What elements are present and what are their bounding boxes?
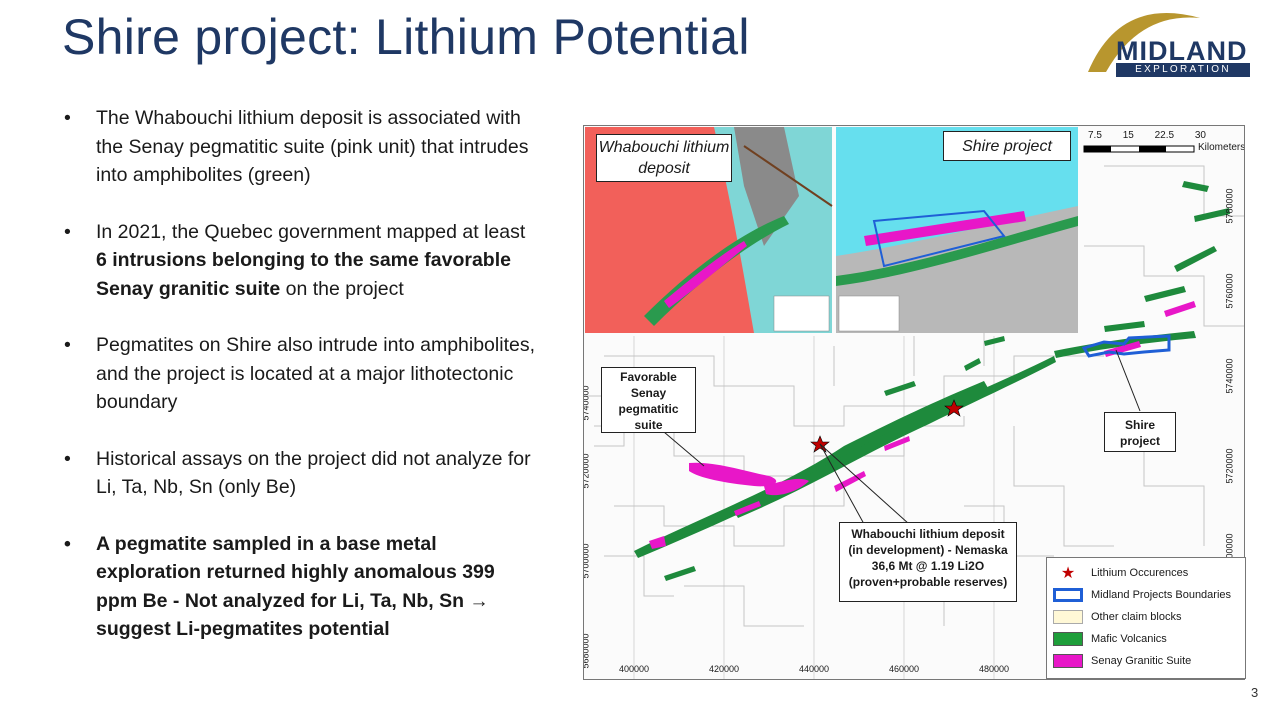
bullet-item: • Historical assays on the project did n…: [64, 445, 539, 502]
bullet-list: • The Whabouchi lithium deposit is assoc…: [64, 104, 539, 672]
legend-label: Senay Granitic Suite: [1091, 655, 1192, 667]
boundary-swatch: [1053, 588, 1083, 602]
x-tick: 480000: [979, 664, 1010, 674]
scale-unit: Kilometers: [1198, 142, 1245, 153]
bullet-item: • Pegmatites on Shire also intrude into …: [64, 331, 539, 417]
y-tick: 5740000: [1224, 358, 1235, 394]
y-tick: 5760000: [1224, 273, 1235, 309]
callout-line: 36,6 Mt @ 1.19 Li2O: [871, 559, 985, 573]
callout-line: (in development) - Nemaska: [848, 543, 1008, 557]
y-tick: 5720000: [1224, 448, 1235, 484]
bullet-item: • A pegmatite sampled in a base metal ex…: [64, 530, 539, 644]
y-tick: 5740000: [583, 385, 591, 421]
x-tick: 460000: [889, 664, 920, 674]
bullet-glyph: •: [64, 107, 71, 129]
bullet-glyph: •: [64, 447, 71, 470]
bullet-glyph: •: [64, 532, 71, 555]
legend-row: Senay Granitic Suite: [1053, 652, 1191, 670]
x-tick: 440000: [799, 664, 830, 674]
claim-swatch: [1053, 610, 1083, 624]
y-tick: 5780000: [1224, 188, 1235, 224]
senay-swatch: [1053, 654, 1083, 668]
midland-logo: MIDLAND EXPLORATION: [1080, 6, 1255, 78]
x-tick: 420000: [709, 664, 740, 674]
bullet-text: The Whabouchi lithium deposit is associa…: [96, 107, 529, 186]
scale-ticks: 7.5 15 22.5 30: [1088, 130, 1206, 141]
bullet-item: • The Whabouchi lithium deposit is assoc…: [64, 104, 539, 190]
bullet-text-post: on the project: [280, 277, 404, 300]
inset-label-shire: Shire project: [943, 131, 1071, 161]
slide-title: Shire project: Lithium Potential: [62, 9, 750, 65]
scale-bar: [1083, 145, 1195, 153]
legend-label: Lithium Occurences: [1091, 567, 1189, 579]
mafic-swatch: [1053, 632, 1083, 646]
bullet-text: Historical assays on the project did not…: [96, 447, 531, 499]
bullet-glyph: •: [64, 220, 71, 243]
logo-tagline: EXPLORATION: [1116, 63, 1250, 77]
legend-label: Mafic Volcanics: [1091, 633, 1167, 645]
page-number: 3: [1251, 685, 1259, 700]
legend-row: Other claim blocks: [1053, 608, 1181, 626]
bullet-text-pre: In 2021, the Quebec government mapped at…: [96, 220, 526, 243]
callout-whabouchi-deposit: Whabouchi lithium deposit (in developmen…: [839, 522, 1017, 602]
callout-line: (proven+probable reserves): [848, 575, 1008, 589]
bullet-text: Pegmatites on Shire also intrude into am…: [96, 334, 535, 413]
y-tick: 5720000: [583, 453, 591, 489]
legend-row: Mafic Volcanics: [1053, 630, 1167, 648]
bullet-text: A pegmatite sampled in a base metal expl…: [96, 532, 495, 641]
bullet-glyph: •: [64, 334, 71, 356]
lithium-star-icon: ★: [1060, 565, 1076, 582]
callout-favorable-senay: Favorable Senay pegmatitic suite: [601, 367, 696, 433]
scale-tick: 7.5: [1088, 130, 1102, 141]
y-tick: 5680000: [583, 633, 591, 669]
callout-line: Whabouchi lithium deposit: [851, 527, 1005, 541]
legend-label: Midland Projects Boundaries: [1091, 589, 1232, 601]
leader-lines: [663, 349, 1141, 525]
x-tick: 400000: [619, 664, 650, 674]
map-legend: ★ Lithium Occurences Midland Projects Bo…: [1046, 557, 1246, 679]
scale-tick: 22.5: [1154, 130, 1175, 141]
bullet-item: • In 2021, the Quebec government mapped …: [64, 218, 539, 304]
callout-shire-project: Shire project: [1104, 412, 1176, 452]
legend-label: Other claim blocks: [1091, 611, 1182, 623]
scale-tick: 30: [1194, 130, 1206, 141]
y-tick: 5700000: [583, 543, 591, 579]
scale-tick: 15: [1122, 130, 1134, 141]
inset-label-whabouchi: Whabouchi lithium deposit: [596, 134, 732, 182]
legend-row: ★ Lithium Occurences: [1053, 564, 1188, 582]
legend-row: Midland Projects Boundaries: [1053, 586, 1231, 604]
